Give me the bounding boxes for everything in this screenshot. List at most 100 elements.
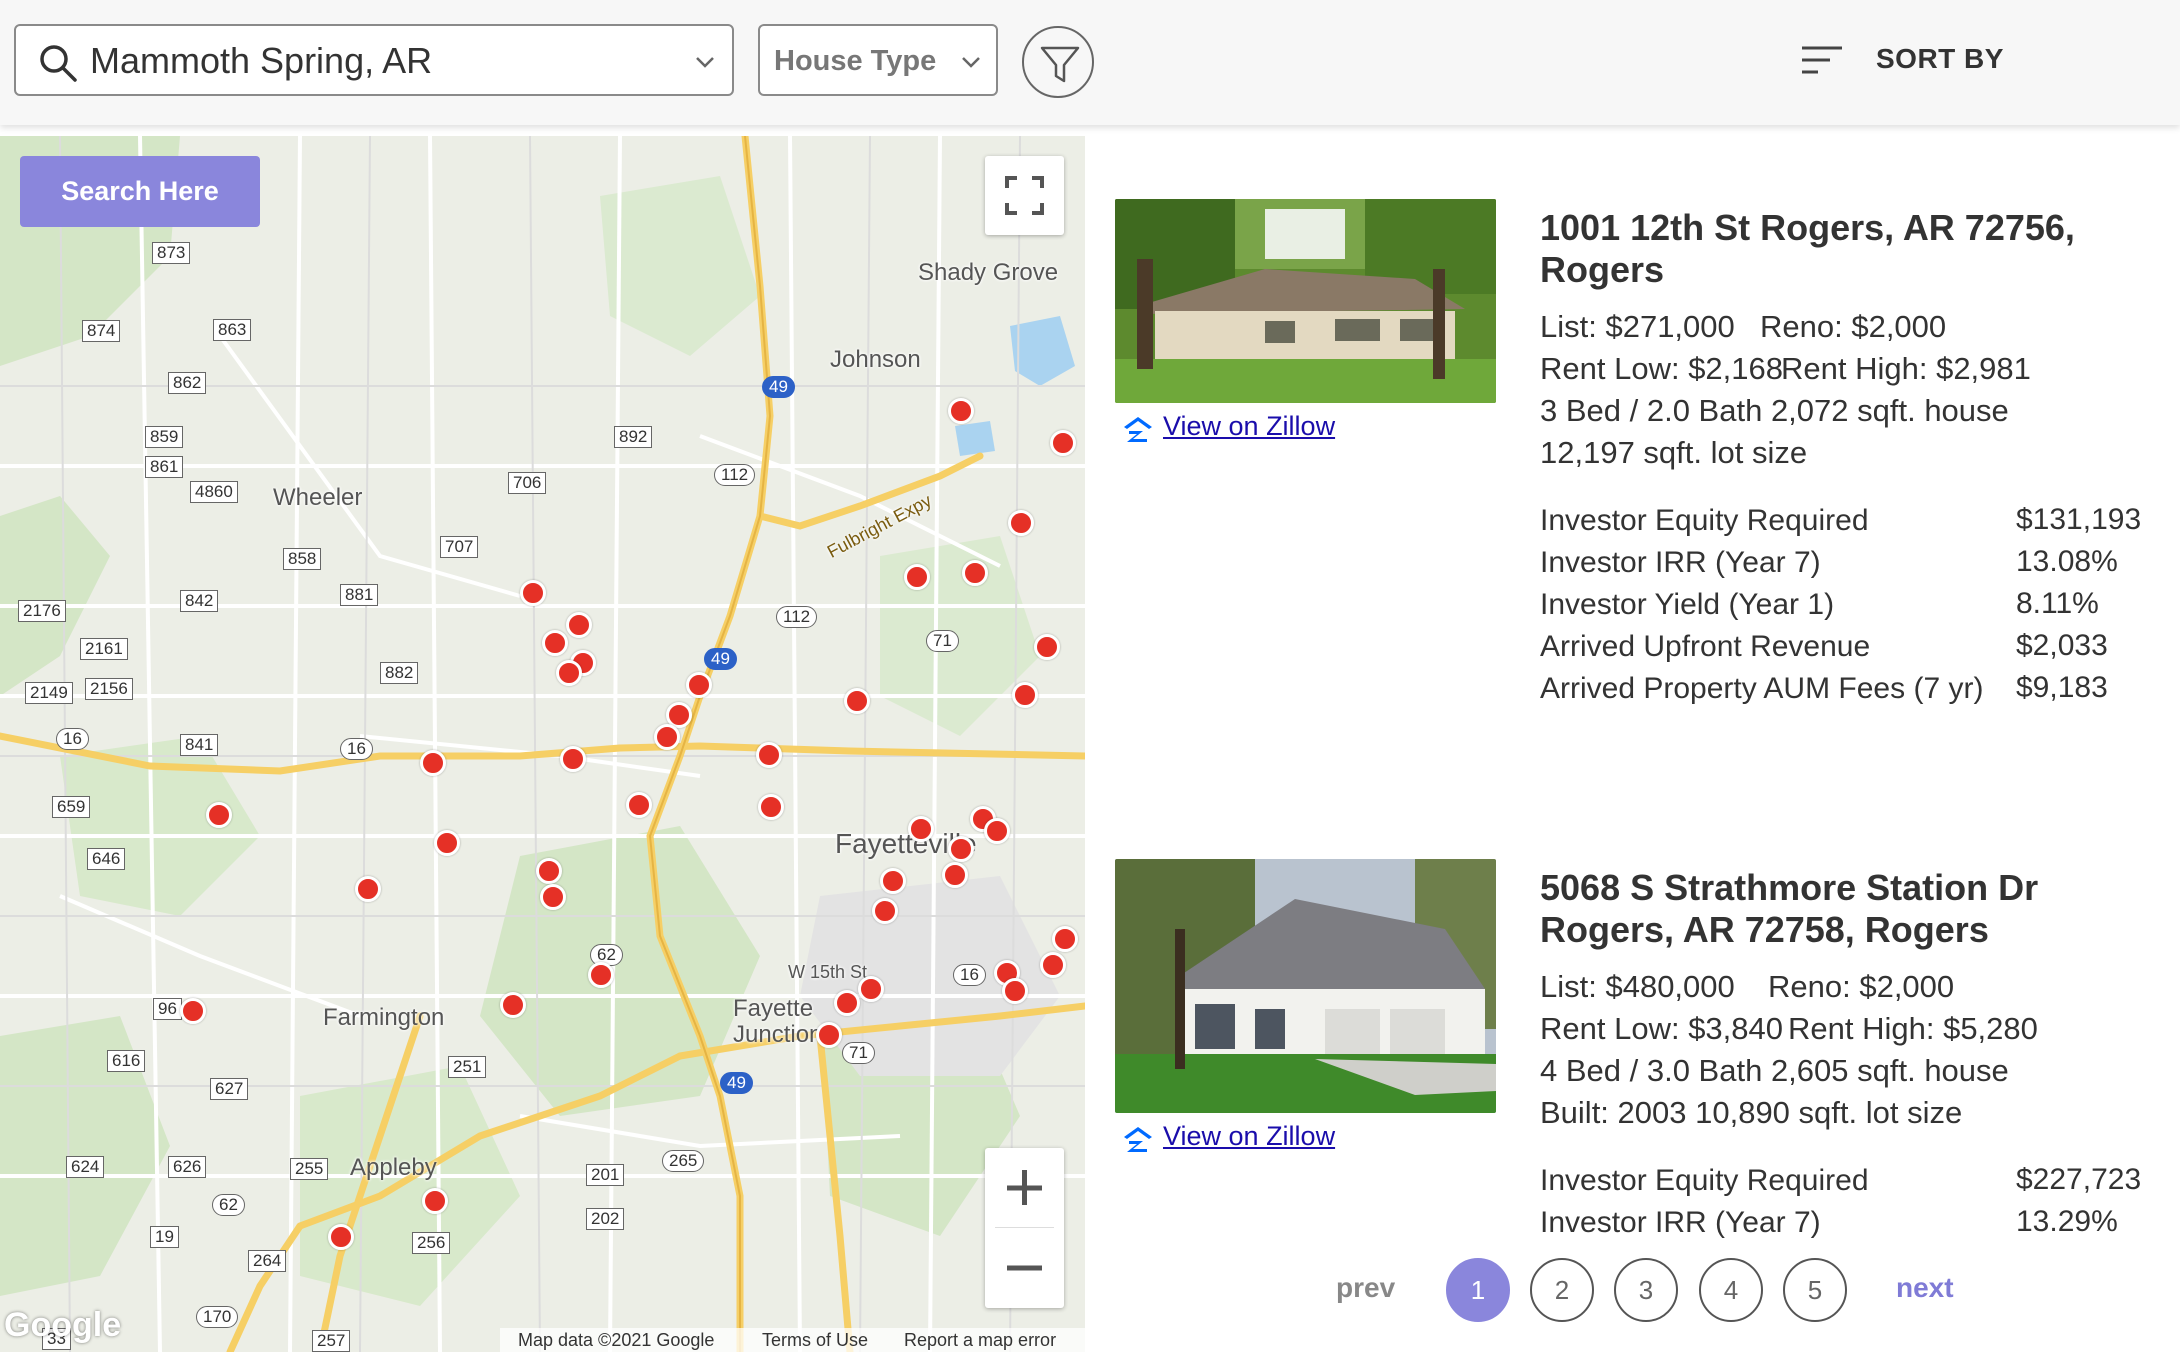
road-shield: 255 <box>290 1158 329 1180</box>
zoom-controls <box>985 1148 1064 1308</box>
chevron-down-icon <box>962 57 980 68</box>
zillow-link-text: View on Zillow <box>1163 1121 1336 1151</box>
sort-by-button[interactable]: SORT BY <box>1876 43 2004 75</box>
next-page-button[interactable]: next <box>1896 1272 1954 1304</box>
road-shield: 861 <box>145 456 184 478</box>
property-pin[interactable] <box>948 398 974 424</box>
property-pin[interactable] <box>834 990 860 1016</box>
highway-shield: 16 <box>340 738 373 760</box>
property-pin[interactable] <box>560 746 586 772</box>
search-value: Mammoth Spring, AR <box>90 40 433 81</box>
page-5-button[interactable]: 5 <box>1783 1258 1847 1322</box>
property-pin[interactable] <box>1052 926 1078 952</box>
property-pin[interactable] <box>420 750 446 776</box>
page-2-button[interactable]: 2 <box>1530 1258 1594 1322</box>
property-pin[interactable] <box>984 818 1010 844</box>
property-pin[interactable] <box>540 884 566 910</box>
house-photo <box>1115 859 1496 1113</box>
place-label: Johnson <box>830 346 921 373</box>
property-pin[interactable] <box>566 612 592 638</box>
property-pin[interactable] <box>1050 430 1076 456</box>
house-type-select[interactable]: House Type <box>758 24 998 96</box>
filter-button[interactable] <box>1022 26 1094 98</box>
report-error-link[interactable]: Report a map error <box>904 1330 1056 1351</box>
map-panel[interactable]: Shady Grove Johnson Wheeler Fayetteville… <box>0 136 1085 1352</box>
zillow-icon <box>1124 417 1152 442</box>
property-pin[interactable] <box>500 992 526 1018</box>
property-pin[interactable] <box>206 802 232 828</box>
road-shield: 863 <box>213 319 252 341</box>
property-pin[interactable] <box>1040 952 1066 978</box>
metric-label: Arrived Upfront Revenue <box>1540 630 1871 663</box>
property-pin[interactable] <box>908 816 934 842</box>
top-toolbar: Mammoth Spring, AR House Type SORT BY <box>0 0 2180 125</box>
zoom-out-button[interactable] <box>985 1229 1064 1308</box>
view-on-zillow-link[interactable]: View on Zillow <box>1123 1121 1335 1152</box>
property-pin[interactable] <box>556 660 582 686</box>
house-photo <box>1115 199 1496 403</box>
property-pin[interactable] <box>756 742 782 768</box>
prev-page-button[interactable]: prev <box>1336 1272 1395 1304</box>
property-pin[interactable] <box>328 1224 354 1250</box>
property-photo[interactable] <box>1115 199 1496 403</box>
beds-baths-sqft: 3 Bed / 2.0 Bath 2,072 sqft. house <box>1540 393 2009 428</box>
property-pin[interactable] <box>1002 978 1028 1004</box>
property-pin[interactable] <box>1008 510 1034 536</box>
results-panel[interactable]: View on Zillow 1001 12th St Rogers, AR 7… <box>1085 125 2180 1352</box>
place-label: Shady Grove <box>918 259 1059 286</box>
property-pin[interactable] <box>434 830 460 856</box>
property-pin[interactable] <box>588 962 614 988</box>
property-pin[interactable] <box>686 672 712 698</box>
page-1-button[interactable]: 1 <box>1446 1258 1510 1322</box>
property-pin[interactable] <box>180 998 206 1024</box>
road-shield: 170 <box>196 1306 239 1328</box>
map-canvas[interactable] <box>0 136 1085 1352</box>
property-pin[interactable] <box>872 898 898 924</box>
highway-shield: 265 <box>662 1150 705 1172</box>
highway-shield: 71 <box>926 630 959 652</box>
property-pin[interactable] <box>942 862 968 888</box>
listing-card[interactable]: View on Zillow 1001 12th St Rogers, AR 7… <box>1115 199 2175 799</box>
page-4-button[interactable]: 4 <box>1699 1258 1763 1322</box>
location-search-input[interactable]: Mammoth Spring, AR <box>14 24 734 96</box>
list-price: List: $271,000 <box>1540 309 1735 344</box>
road-shield: 96 <box>153 998 182 1020</box>
property-pin[interactable] <box>904 564 930 590</box>
chevron-down-icon[interactable] <box>694 51 716 73</box>
rent-high: Rent High: $2,981 <box>1781 351 2031 386</box>
property-pin[interactable] <box>880 868 906 894</box>
zoom-in-button[interactable] <box>985 1148 1064 1227</box>
property-pin[interactable] <box>948 836 974 862</box>
road-shield: 707 <box>440 536 479 558</box>
fullscreen-button[interactable] <box>985 156 1064 235</box>
road-shield: 706 <box>508 472 547 494</box>
view-on-zillow-link[interactable]: View on Zillow <box>1123 411 1335 442</box>
property-pin[interactable] <box>962 560 988 586</box>
road-shield: 264 <box>248 1250 287 1272</box>
terms-link[interactable]: Terms of Use <box>762 1330 868 1351</box>
road-shield: 862 <box>168 372 207 394</box>
property-pin[interactable] <box>654 724 680 750</box>
property-pin[interactable] <box>355 876 381 902</box>
search-here-button[interactable]: Search Here <box>20 156 260 227</box>
property-pin[interactable] <box>758 794 784 820</box>
road-shield: 2161 <box>80 638 128 660</box>
plus-icon <box>1007 1170 1042 1205</box>
property-pin[interactable] <box>816 1022 842 1048</box>
property-pin[interactable] <box>542 630 568 656</box>
reno-cost: Reno: $2,000 <box>1760 309 1947 344</box>
page-3-button[interactable]: 3 <box>1614 1258 1678 1322</box>
listing-title: 5068 S Strathmore Station Dr Rogers, AR … <box>1540 867 2039 950</box>
property-pin[interactable] <box>520 580 546 606</box>
road-shield: 2149 <box>25 682 73 704</box>
property-pin[interactable] <box>422 1188 448 1214</box>
sort-icon[interactable] <box>1800 44 1844 78</box>
property-photo[interactable] <box>1115 859 1496 1113</box>
property-pin[interactable] <box>536 858 562 884</box>
property-pin[interactable] <box>1034 634 1060 660</box>
property-pin[interactable] <box>1012 682 1038 708</box>
property-pin[interactable] <box>858 976 884 1002</box>
road-shield: 202 <box>586 1208 625 1230</box>
property-pin[interactable] <box>844 688 870 714</box>
property-pin[interactable] <box>626 792 652 818</box>
